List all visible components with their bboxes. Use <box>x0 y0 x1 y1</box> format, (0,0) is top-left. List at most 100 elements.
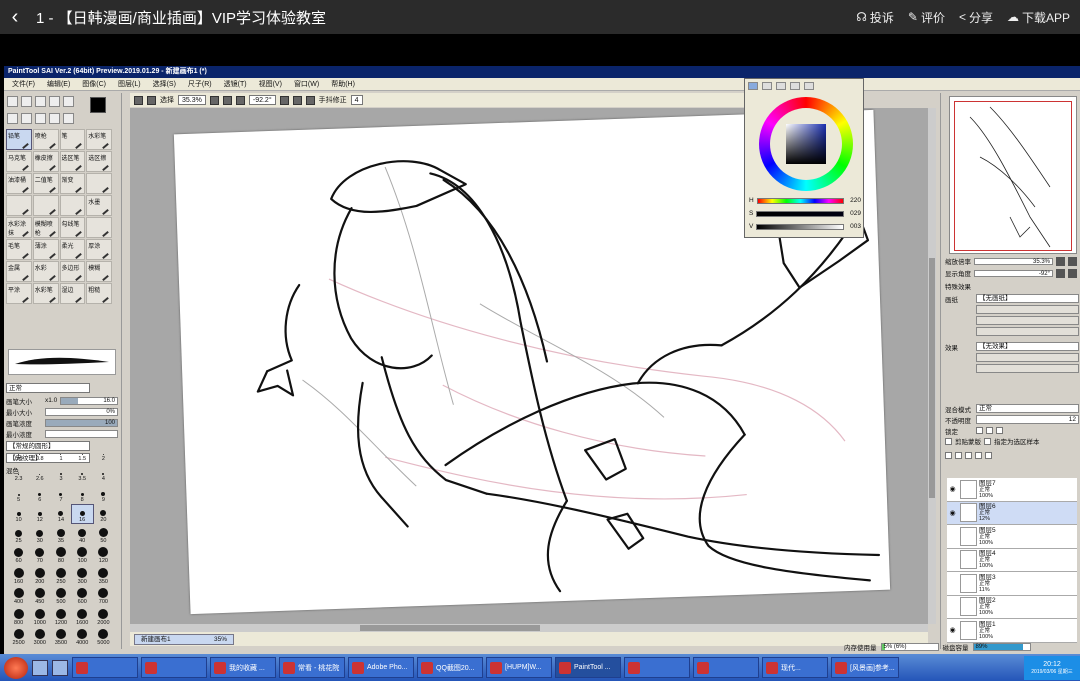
brush-tool[interactable]: 金属 <box>6 261 32 282</box>
effect-param-slider[interactable] <box>976 353 1079 362</box>
menu-item[interactable]: 窗口(W) <box>294 79 319 89</box>
brush-tool[interactable]: 水墨 <box>86 195 112 216</box>
brush-size-preset[interactable]: 0.6 <box>8 443 29 462</box>
color-wheel-tab-icon[interactable] <box>748 82 758 90</box>
visibility-eye-icon[interactable]: ◉ <box>947 478 958 501</box>
rotate-reset-icon[interactable] <box>1068 268 1077 278</box>
hue-slider[interactable] <box>756 197 844 204</box>
file-explorer-icon[interactable] <box>52 659 68 676</box>
effect-select[interactable]: 【无效果】 <box>976 342 1079 351</box>
copy-layer-icon[interactable] <box>965 451 972 459</box>
lasso-icon[interactable] <box>21 96 32 107</box>
rotate-right-icon[interactable] <box>292 95 302 105</box>
view-toggle-icon[interactable] <box>134 95 143 105</box>
nav-zoom-slider[interactable]: 35.3% <box>974 257 1053 265</box>
brush-tool[interactable] <box>32 195 59 216</box>
brush-size-preset[interactable]: 160 <box>8 566 29 585</box>
zoom-icon[interactable] <box>21 113 32 124</box>
delete-layer-icon[interactable] <box>985 451 992 459</box>
brush-size-preset[interactable]: 100 <box>72 546 93 564</box>
brush-size-preset[interactable]: 12 <box>29 505 50 523</box>
taskbar-item[interactable] <box>693 657 759 678</box>
taskbar-item[interactable]: [风景画]参考... <box>831 657 899 678</box>
brush-tool[interactable]: 油漆桶 <box>6 173 32 194</box>
brush-size-preset[interactable]: 2.6 <box>29 464 50 482</box>
brush-tool[interactable]: 厚涂 <box>86 239 112 260</box>
hand-icon[interactable] <box>7 113 18 124</box>
brush-tool[interactable]: 水彩笔 <box>86 129 112 150</box>
layer-row[interactable]: ◉ 图层7 正常 100% <box>947 478 1077 502</box>
brush-size-preset[interactable]: 700 <box>93 587 114 605</box>
brush-size-preset[interactable]: 8 <box>72 484 93 503</box>
visibility-eye-icon[interactable] <box>947 525 958 548</box>
paper-param-slider[interactable] <box>976 327 1079 336</box>
review-button[interactable]: ✎ 评价 <box>908 9 945 26</box>
paper-param-slider[interactable] <box>976 316 1079 325</box>
taskbar-item[interactable]: PaintTool ... <box>555 657 621 678</box>
start-button[interactable] <box>4 656 28 679</box>
visibility-eye-icon[interactable] <box>947 549 958 572</box>
brush-tool[interactable]: 喷枪 <box>32 129 59 150</box>
text-icon[interactable] <box>63 96 74 107</box>
brush-size-preset[interactable]: 3 <box>50 464 71 482</box>
brush-size-preset[interactable]: 5 <box>8 484 29 503</box>
selection-source-checkbox[interactable] <box>984 437 991 445</box>
brush-size-preset[interactable]: 1 <box>50 443 71 462</box>
visibility-eye-icon[interactable]: ◉ <box>947 619 958 642</box>
taskbar-item[interactable]: QQ截图20... <box>417 657 483 678</box>
value-value[interactable]: 003 <box>847 223 861 230</box>
brush-size-preset[interactable]: 2000 <box>93 607 114 626</box>
download-button[interactable]: ☁ 下载APP <box>1007 9 1070 26</box>
select-rect-icon[interactable] <box>7 96 18 107</box>
clip-mask-checkbox[interactable] <box>945 437 952 445</box>
canvas-vertical-scrollbar[interactable] <box>928 108 936 624</box>
layer-row[interactable]: 图层5 正常 100% <box>947 525 1077 549</box>
taskbar-item[interactable]: Adobe Pho... <box>348 657 414 678</box>
rgb-slider-tab-icon[interactable] <box>762 82 772 90</box>
paper-param-slider[interactable] <box>976 305 1079 314</box>
layer-row[interactable]: ◉ 图层1 正常 100% <box>947 619 1077 643</box>
brush-size-preset[interactable]: 14 <box>50 505 71 523</box>
brush-size-preset[interactable]: 300 <box>72 566 93 585</box>
hue-value[interactable]: 220 <box>847 197 861 204</box>
brush-tool[interactable]: 选区擦 <box>86 151 112 172</box>
rotate-reset-icon[interactable] <box>305 95 315 105</box>
brush-size-preset[interactable]: 35 <box>50 525 71 544</box>
menu-item[interactable]: 图像(C) <box>82 79 106 89</box>
brush-size-preset[interactable]: 4 <box>93 464 114 482</box>
brush-size-preset[interactable]: 0.8 <box>29 443 50 462</box>
brush-size-preset[interactable]: 250 <box>50 566 71 585</box>
scrollbar-thumb[interactable] <box>929 258 935 498</box>
brush-tool[interactable]: 多边形 <box>59 261 86 282</box>
angle-field[interactable]: -92.2° <box>248 95 276 105</box>
effects-header[interactable]: 特殊效果 <box>945 283 1079 293</box>
share-button[interactable]: < 分享 <box>959 9 993 26</box>
brush-size-preset[interactable]: 9 <box>93 484 114 503</box>
visibility-eye-icon[interactable] <box>947 572 958 595</box>
blend-mode-select[interactable]: 正常 <box>976 404 1079 413</box>
brush-size-preset[interactable]: 3000 <box>29 628 50 646</box>
brush-tool[interactable]: 铅笔 <box>6 129 32 150</box>
brush-tool[interactable]: 渐变 <box>59 173 86 194</box>
brush-mode-select[interactable]: 正常 <box>6 383 90 393</box>
menu-item[interactable]: 编辑(E) <box>47 79 70 89</box>
taskbar-item[interactable]: [HUPM]W... <box>486 657 552 678</box>
visibility-eye-icon[interactable] <box>947 596 958 619</box>
brush-size-preset[interactable]: 120 <box>93 546 114 564</box>
brush-tool[interactable]: 水彩笔 <box>32 283 59 304</box>
move-icon[interactable] <box>49 96 60 107</box>
min-size-slider[interactable]: 0% <box>45 407 118 416</box>
menu-item[interactable]: 视图(V) <box>259 79 282 89</box>
brush-tool[interactable] <box>86 173 112 194</box>
canvas-horizontal-scrollbar[interactable] <box>130 624 928 632</box>
canvas-tab[interactable]: 新建画布1 35% <box>134 633 234 645</box>
opacity-slider[interactable]: 12 <box>976 415 1079 424</box>
eraser-icon[interactable] <box>49 113 60 124</box>
menu-item[interactable]: 帮助(H) <box>331 79 355 89</box>
brush-tool[interactable]: 柔光 <box>59 239 86 260</box>
brush-tool[interactable]: 马克笔 <box>6 151 32 172</box>
brush-size-preset[interactable]: 500 <box>50 587 71 605</box>
taskbar-item[interactable] <box>141 657 207 678</box>
layer-row[interactable]: 图层4 正常 100% <box>947 548 1077 572</box>
rotate-icon[interactable] <box>1056 268 1065 278</box>
